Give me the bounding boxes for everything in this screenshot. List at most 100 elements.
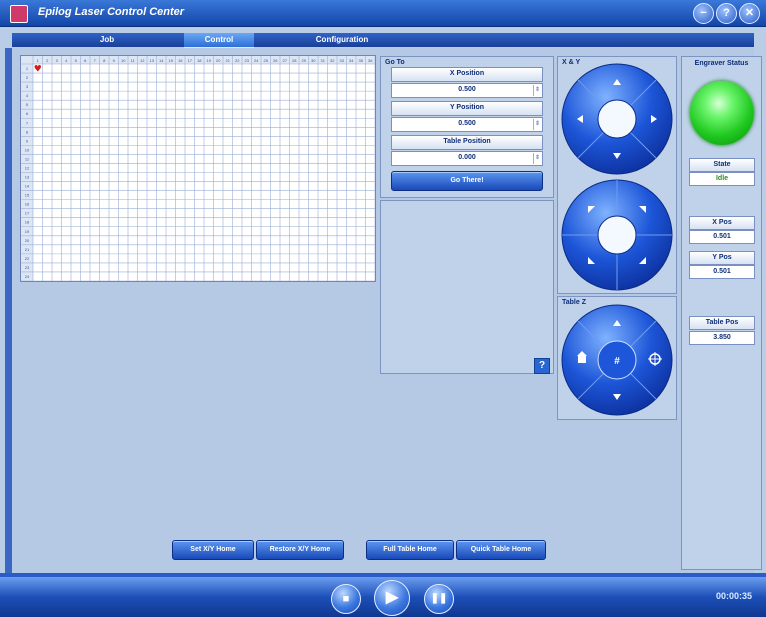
grid-column-label: 35 — [359, 58, 364, 63]
grid-column-label: 22 — [235, 58, 240, 63]
grid-row-label: 15 — [25, 193, 30, 198]
table-z-pad[interactable]: # — [558, 297, 676, 419]
grid-column-label: 20 — [216, 58, 221, 63]
grid-column-label: 34 — [349, 58, 354, 63]
tab-job[interactable]: Job — [72, 33, 142, 47]
x-position-label: X Position — [391, 67, 543, 82]
position-grid[interactable]: 1 2 3 4 5 6 7 8 9 10 11 12 13 14 15 16 17 18 19 20 21 22 23 24 2… — [20, 55, 376, 282]
play-button[interactable]: ▶ — [374, 580, 410, 616]
table-position-value: 0.000 — [458, 154, 476, 161]
x-spin-icon[interactable]: ⇕ — [533, 85, 541, 96]
table-spin-icon[interactable]: ⇕ — [533, 153, 541, 164]
grid-column-label: 17 — [188, 58, 193, 63]
status-led — [690, 81, 754, 145]
tab-configuration[interactable]: Configuration — [302, 33, 382, 47]
grid-column-label: 14 — [159, 58, 164, 63]
full-table-home-button[interactable]: Full Table Home — [366, 540, 454, 560]
engraver-status-panel: Engraver Status State Idle X Pos 0.501 Y… — [681, 56, 762, 570]
close-button[interactable]: ✕ — [739, 3, 760, 24]
play-icon: ▶ — [385, 589, 399, 606]
table-z-panel: Table Z # — [557, 296, 677, 420]
state-value: Idle — [689, 172, 755, 186]
y-position-value: 0.500 — [458, 120, 476, 127]
pause-icon: ❚❚ — [430, 593, 448, 604]
grid-column-label: 26 — [273, 58, 278, 63]
grid-row-label: 24 — [25, 274, 30, 279]
table-position-input[interactable]: 0.000 ⇕ — [391, 151, 543, 166]
grid-column-label: 29 — [302, 58, 307, 63]
position-marker-icon[interactable]: ♥ — [34, 65, 42, 75]
grid-row-label: 17 — [25, 211, 30, 216]
x-position-value: 0.500 — [458, 86, 476, 93]
help-button[interactable]: ? — [716, 3, 737, 24]
set-xy-home-button[interactable]: Set X/Y Home — [172, 540, 254, 560]
y-pos-value: 0.501 — [689, 265, 755, 279]
grid-column-label: 19 — [207, 58, 212, 63]
xy-jog-pad[interactable] — [561, 63, 673, 175]
preview-panel — [380, 200, 554, 374]
stop-icon: ■ — [342, 593, 350, 605]
grid-row-label: 22 — [25, 256, 30, 261]
grid-row-label: 16 — [25, 202, 30, 207]
grid-column-label: 15 — [169, 58, 174, 63]
table-pos-label: Table Pos — [689, 316, 755, 330]
x-pos-label: X Pos — [689, 216, 755, 230]
left-edge — [5, 48, 12, 573]
grid-column-label: 30 — [311, 58, 316, 63]
grid-column-label: 10 — [121, 58, 126, 63]
grid-column-label: 21 — [226, 58, 231, 63]
window-title: Epilog Laser Control Center — [38, 6, 185, 18]
grid-column-label: 27 — [283, 58, 288, 63]
y-position-input[interactable]: 0.500 ⇕ — [391, 117, 543, 132]
grid-column-label: 36 — [368, 58, 373, 63]
grid-column-label: 32 — [330, 58, 335, 63]
goto-title: Go To — [385, 59, 405, 66]
grid-row-label: 13 — [25, 175, 30, 180]
table-pos-value: 3.850 — [689, 331, 755, 345]
restore-xy-home-button[interactable]: Restore X/Y Home — [256, 540, 344, 560]
state-label: State — [689, 158, 755, 172]
grid-canvas[interactable]: 1 2 3 4 5 6 7 8 9 10 11 12 13 14 15 16 17 18 19 20 21 22 23 24 2… — [21, 56, 375, 281]
x-position-input[interactable]: 0.500 ⇕ — [391, 83, 543, 98]
quick-table-home-button[interactable]: Quick Table Home — [456, 540, 546, 560]
y-pos-label: Y Pos — [689, 251, 755, 265]
elapsed-time: 00:00:35 — [715, 591, 752, 601]
y-spin-icon[interactable]: ⇕ — [533, 119, 541, 130]
grid-column-label: 13 — [150, 58, 155, 63]
grid-column-label: 25 — [264, 58, 269, 63]
pause-button[interactable]: ❚❚ — [424, 584, 454, 614]
grid-column-label: 23 — [245, 58, 250, 63]
grid-row-label: 20 — [25, 238, 30, 243]
tab-bar: Job Control Configuration — [12, 33, 754, 49]
grid-column-label: 24 — [254, 58, 259, 63]
goto-panel: Go To X Position 0.500 ⇕ Y Position 0.500… — [380, 56, 554, 198]
grid-row-label: 18 — [25, 220, 30, 225]
grid-column-label: 28 — [292, 58, 297, 63]
title-bar: Epilog Laser Control Center − ? ✕ — [0, 0, 766, 27]
help-icon[interactable]: ? — [534, 358, 550, 374]
grid-row-label: 12 — [25, 165, 30, 170]
grid-row-label: 23 — [25, 265, 30, 270]
focus-icon[interactable]: # — [614, 356, 620, 367]
grid-column-label: 31 — [321, 58, 326, 63]
grid-column-label: 12 — [140, 58, 145, 63]
stop-button[interactable]: ■ — [331, 584, 361, 614]
minimize-button[interactable]: − — [693, 3, 714, 24]
y-position-label: Y Position — [391, 101, 543, 116]
engraver-status-title: Engraver Status — [694, 60, 749, 67]
table-position-label: Table Position — [391, 135, 543, 150]
xy-diagonal-jog-pad[interactable] — [561, 179, 673, 291]
grid-column-label: 16 — [178, 58, 183, 63]
window-controls: − ? ✕ — [693, 3, 760, 24]
grid-column-label: 18 — [197, 58, 202, 63]
grid-row-label: 19 — [25, 229, 30, 234]
go-there-button[interactable]: Go There! — [391, 171, 543, 191]
xy-panel: X & Y — [557, 56, 677, 294]
grid-column-label: 33 — [340, 58, 345, 63]
tab-control[interactable]: Control — [184, 33, 254, 49]
x-pos-value: 0.501 — [689, 230, 755, 244]
grid-row-label: 21 — [25, 247, 30, 252]
xy-jog-pads — [561, 63, 673, 291]
grid-row-label: 10 — [25, 147, 30, 152]
app-icon — [10, 5, 28, 23]
